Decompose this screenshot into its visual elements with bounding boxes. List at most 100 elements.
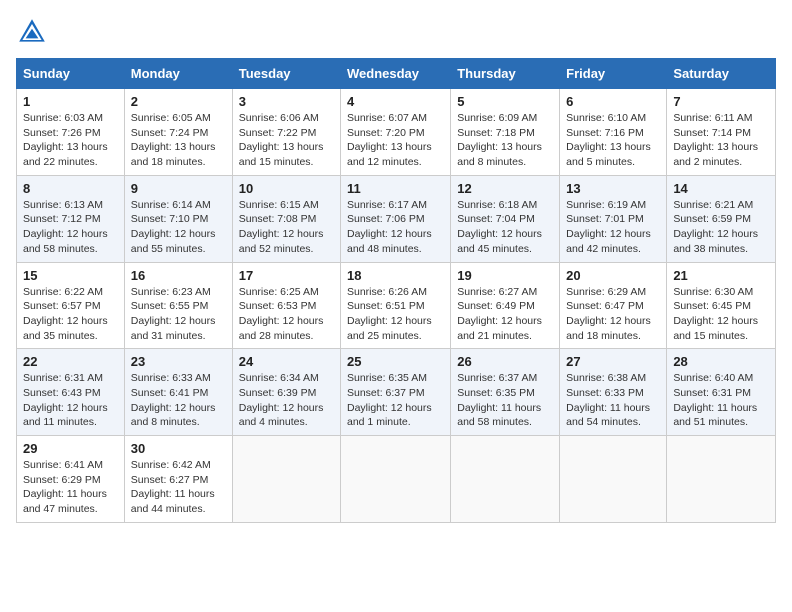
week-row: 1 Sunrise: 6:03 AMSunset: 7:26 PMDayligh… bbox=[17, 89, 776, 176]
cell-info: Sunrise: 6:37 AMSunset: 6:35 PMDaylight:… bbox=[457, 372, 541, 428]
calendar-cell bbox=[560, 436, 667, 523]
col-header-tuesday: Tuesday bbox=[232, 59, 340, 89]
col-header-saturday: Saturday bbox=[667, 59, 776, 89]
calendar-cell: 17 Sunrise: 6:25 AMSunset: 6:53 PMDaylig… bbox=[232, 262, 340, 349]
day-number: 15 bbox=[23, 268, 118, 283]
day-number: 23 bbox=[131, 354, 226, 369]
cell-info: Sunrise: 6:30 AMSunset: 6:45 PMDaylight:… bbox=[673, 286, 758, 342]
day-number: 1 bbox=[23, 94, 118, 109]
col-header-friday: Friday bbox=[560, 59, 667, 89]
cell-info: Sunrise: 6:14 AMSunset: 7:10 PMDaylight:… bbox=[131, 199, 216, 255]
col-header-monday: Monday bbox=[124, 59, 232, 89]
day-number: 8 bbox=[23, 181, 118, 196]
day-number: 2 bbox=[131, 94, 226, 109]
cell-info: Sunrise: 6:23 AMSunset: 6:55 PMDaylight:… bbox=[131, 286, 216, 342]
week-row: 15 Sunrise: 6:22 AMSunset: 6:57 PMDaylig… bbox=[17, 262, 776, 349]
day-number: 11 bbox=[347, 181, 444, 196]
calendar-cell: 13 Sunrise: 6:19 AMSunset: 7:01 PMDaylig… bbox=[560, 175, 667, 262]
day-number: 13 bbox=[566, 181, 660, 196]
logo bbox=[16, 16, 52, 48]
cell-info: Sunrise: 6:11 AMSunset: 7:14 PMDaylight:… bbox=[673, 112, 758, 168]
calendar-cell: 4 Sunrise: 6:07 AMSunset: 7:20 PMDayligh… bbox=[341, 89, 451, 176]
page-header bbox=[16, 16, 776, 48]
day-number: 27 bbox=[566, 354, 660, 369]
calendar-cell: 7 Sunrise: 6:11 AMSunset: 7:14 PMDayligh… bbox=[667, 89, 776, 176]
calendar-cell: 11 Sunrise: 6:17 AMSunset: 7:06 PMDaylig… bbox=[341, 175, 451, 262]
calendar-cell: 22 Sunrise: 6:31 AMSunset: 6:43 PMDaylig… bbox=[17, 349, 125, 436]
day-number: 7 bbox=[673, 94, 769, 109]
day-number: 17 bbox=[239, 268, 334, 283]
calendar-cell: 26 Sunrise: 6:37 AMSunset: 6:35 PMDaylig… bbox=[451, 349, 560, 436]
cell-info: Sunrise: 6:33 AMSunset: 6:41 PMDaylight:… bbox=[131, 372, 216, 428]
cell-info: Sunrise: 6:19 AMSunset: 7:01 PMDaylight:… bbox=[566, 199, 651, 255]
cell-info: Sunrise: 6:31 AMSunset: 6:43 PMDaylight:… bbox=[23, 372, 108, 428]
cell-info: Sunrise: 6:40 AMSunset: 6:31 PMDaylight:… bbox=[673, 372, 757, 428]
cell-info: Sunrise: 6:06 AMSunset: 7:22 PMDaylight:… bbox=[239, 112, 324, 168]
calendar-cell: 25 Sunrise: 6:35 AMSunset: 6:37 PMDaylig… bbox=[341, 349, 451, 436]
calendar-cell: 23 Sunrise: 6:33 AMSunset: 6:41 PMDaylig… bbox=[124, 349, 232, 436]
day-number: 12 bbox=[457, 181, 553, 196]
cell-info: Sunrise: 6:27 AMSunset: 6:49 PMDaylight:… bbox=[457, 286, 542, 342]
cell-info: Sunrise: 6:22 AMSunset: 6:57 PMDaylight:… bbox=[23, 286, 108, 342]
calendar-cell bbox=[341, 436, 451, 523]
calendar-table: SundayMondayTuesdayWednesdayThursdayFrid… bbox=[16, 58, 776, 523]
calendar-cell: 15 Sunrise: 6:22 AMSunset: 6:57 PMDaylig… bbox=[17, 262, 125, 349]
calendar-cell: 29 Sunrise: 6:41 AMSunset: 6:29 PMDaylig… bbox=[17, 436, 125, 523]
calendar-cell: 2 Sunrise: 6:05 AMSunset: 7:24 PMDayligh… bbox=[124, 89, 232, 176]
day-number: 24 bbox=[239, 354, 334, 369]
col-header-thursday: Thursday bbox=[451, 59, 560, 89]
cell-info: Sunrise: 6:13 AMSunset: 7:12 PMDaylight:… bbox=[23, 199, 108, 255]
calendar-cell: 27 Sunrise: 6:38 AMSunset: 6:33 PMDaylig… bbox=[560, 349, 667, 436]
day-number: 16 bbox=[131, 268, 226, 283]
calendar-cell: 24 Sunrise: 6:34 AMSunset: 6:39 PMDaylig… bbox=[232, 349, 340, 436]
calendar-cell: 10 Sunrise: 6:15 AMSunset: 7:08 PMDaylig… bbox=[232, 175, 340, 262]
cell-info: Sunrise: 6:35 AMSunset: 6:37 PMDaylight:… bbox=[347, 372, 432, 428]
week-row: 22 Sunrise: 6:31 AMSunset: 6:43 PMDaylig… bbox=[17, 349, 776, 436]
calendar-cell: 30 Sunrise: 6:42 AMSunset: 6:27 PMDaylig… bbox=[124, 436, 232, 523]
calendar-cell: 8 Sunrise: 6:13 AMSunset: 7:12 PMDayligh… bbox=[17, 175, 125, 262]
day-number: 18 bbox=[347, 268, 444, 283]
cell-info: Sunrise: 6:38 AMSunset: 6:33 PMDaylight:… bbox=[566, 372, 650, 428]
week-row: 8 Sunrise: 6:13 AMSunset: 7:12 PMDayligh… bbox=[17, 175, 776, 262]
cell-info: Sunrise: 6:05 AMSunset: 7:24 PMDaylight:… bbox=[131, 112, 216, 168]
day-number: 28 bbox=[673, 354, 769, 369]
day-number: 25 bbox=[347, 354, 444, 369]
cell-info: Sunrise: 6:17 AMSunset: 7:06 PMDaylight:… bbox=[347, 199, 432, 255]
calendar-cell: 9 Sunrise: 6:14 AMSunset: 7:10 PMDayligh… bbox=[124, 175, 232, 262]
cell-info: Sunrise: 6:18 AMSunset: 7:04 PMDaylight:… bbox=[457, 199, 542, 255]
calendar-cell: 3 Sunrise: 6:06 AMSunset: 7:22 PMDayligh… bbox=[232, 89, 340, 176]
calendar-cell: 28 Sunrise: 6:40 AMSunset: 6:31 PMDaylig… bbox=[667, 349, 776, 436]
cell-info: Sunrise: 6:42 AMSunset: 6:27 PMDaylight:… bbox=[131, 459, 215, 515]
cell-info: Sunrise: 6:15 AMSunset: 7:08 PMDaylight:… bbox=[239, 199, 324, 255]
calendar-cell: 14 Sunrise: 6:21 AMSunset: 6:59 PMDaylig… bbox=[667, 175, 776, 262]
cell-info: Sunrise: 6:41 AMSunset: 6:29 PMDaylight:… bbox=[23, 459, 107, 515]
day-number: 29 bbox=[23, 441, 118, 456]
day-number: 5 bbox=[457, 94, 553, 109]
day-number: 20 bbox=[566, 268, 660, 283]
cell-info: Sunrise: 6:26 AMSunset: 6:51 PMDaylight:… bbox=[347, 286, 432, 342]
cell-info: Sunrise: 6:09 AMSunset: 7:18 PMDaylight:… bbox=[457, 112, 542, 168]
day-number: 26 bbox=[457, 354, 553, 369]
calendar-cell: 5 Sunrise: 6:09 AMSunset: 7:18 PMDayligh… bbox=[451, 89, 560, 176]
calendar-cell bbox=[667, 436, 776, 523]
day-number: 21 bbox=[673, 268, 769, 283]
day-number: 4 bbox=[347, 94, 444, 109]
cell-info: Sunrise: 6:25 AMSunset: 6:53 PMDaylight:… bbox=[239, 286, 324, 342]
calendar-cell: 1 Sunrise: 6:03 AMSunset: 7:26 PMDayligh… bbox=[17, 89, 125, 176]
day-number: 14 bbox=[673, 181, 769, 196]
calendar-cell: 12 Sunrise: 6:18 AMSunset: 7:04 PMDaylig… bbox=[451, 175, 560, 262]
calendar-cell bbox=[451, 436, 560, 523]
cell-info: Sunrise: 6:07 AMSunset: 7:20 PMDaylight:… bbox=[347, 112, 432, 168]
logo-icon bbox=[16, 16, 48, 48]
week-row: 29 Sunrise: 6:41 AMSunset: 6:29 PMDaylig… bbox=[17, 436, 776, 523]
header-row: SundayMondayTuesdayWednesdayThursdayFrid… bbox=[17, 59, 776, 89]
calendar-cell: 21 Sunrise: 6:30 AMSunset: 6:45 PMDaylig… bbox=[667, 262, 776, 349]
calendar-cell: 18 Sunrise: 6:26 AMSunset: 6:51 PMDaylig… bbox=[341, 262, 451, 349]
calendar-cell: 6 Sunrise: 6:10 AMSunset: 7:16 PMDayligh… bbox=[560, 89, 667, 176]
day-number: 10 bbox=[239, 181, 334, 196]
col-header-sunday: Sunday bbox=[17, 59, 125, 89]
cell-info: Sunrise: 6:10 AMSunset: 7:16 PMDaylight:… bbox=[566, 112, 651, 168]
day-number: 3 bbox=[239, 94, 334, 109]
calendar-cell bbox=[232, 436, 340, 523]
calendar-cell: 20 Sunrise: 6:29 AMSunset: 6:47 PMDaylig… bbox=[560, 262, 667, 349]
